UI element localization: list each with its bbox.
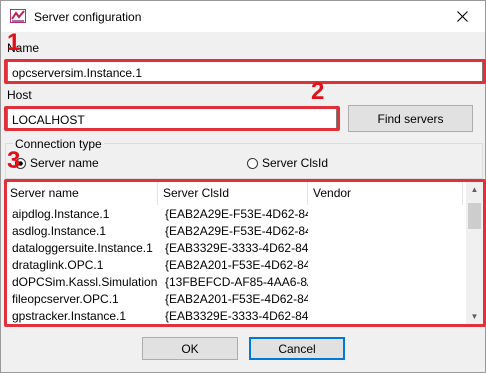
highlight-box-2 (4, 106, 340, 131)
app-logo-icon (10, 9, 26, 23)
server-configuration-dialog: Server configuration Name opcserversim.I… (0, 0, 486, 373)
window-title: Server configuration (34, 10, 142, 24)
title-bar: Server configuration (1, 1, 485, 32)
close-button[interactable] (439, 1, 485, 32)
marker-2: 2 (311, 78, 325, 105)
radio-server-name[interactable]: Server name (15, 156, 99, 170)
cancel-button[interactable]: Cancel (249, 337, 345, 360)
find-servers-button[interactable]: Find servers (348, 105, 473, 132)
connection-type-label: Connection type (13, 137, 104, 151)
close-icon (456, 11, 468, 22)
marker-1: 1 (7, 29, 21, 56)
radio-server-clsid-label: Server ClsId (262, 156, 329, 170)
ok-button[interactable]: OK (142, 337, 238, 360)
radio-circle (247, 157, 258, 169)
highlight-box-1 (4, 59, 486, 84)
radio-server-name-label: Server name (30, 156, 99, 170)
host-label: Host (7, 88, 32, 102)
radio-server-clsid[interactable]: Server ClsId (247, 156, 328, 170)
highlight-box-3 (4, 179, 486, 327)
marker-3: 3 (7, 147, 21, 174)
